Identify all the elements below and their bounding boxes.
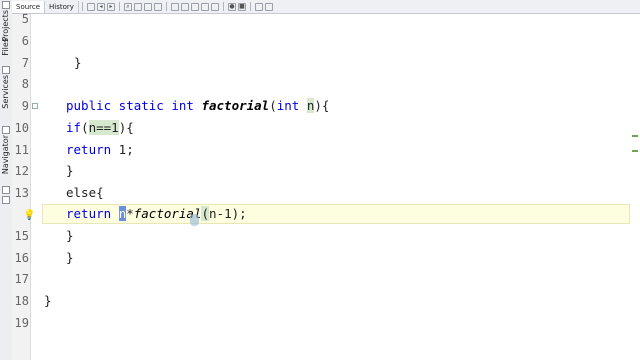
code-line-9: public static int factorial(int n){ <box>66 96 329 116</box>
search-icon[interactable]: ⌕ <box>123 2 132 11</box>
forward-icon[interactable]: ▸ <box>106 2 115 11</box>
toolbar-divider <box>118 2 120 11</box>
tab-history[interactable]: History <box>45 0 79 13</box>
punctuation: ){ <box>314 98 330 113</box>
method-name: factorial <box>201 98 270 113</box>
code-line-16: } <box>66 250 74 265</box>
tab-history-label: History <box>49 2 74 11</box>
sidebar-tab-label: Files <box>1 38 10 56</box>
back-icon[interactable]: ◂ <box>96 2 105 11</box>
line-number: 15 <box>14 229 29 243</box>
sidebar-tab-label: Services <box>1 75 10 109</box>
punctuation: ( <box>201 206 210 221</box>
stop-macro-icon[interactable]: ■ <box>237 2 246 11</box>
comment-icon[interactable] <box>254 2 263 11</box>
sidebar-tab-files[interactable]: Files <box>0 38 12 56</box>
code-text: 1; <box>111 142 134 157</box>
sidebar-tab-navigator[interactable]: Navigator <box>0 125 12 174</box>
code-line-10: if(n==1){ <box>66 118 134 138</box>
keyword: if <box>66 120 82 135</box>
line-number: 6 <box>21 34 29 48</box>
uncomment-icon[interactable] <box>264 2 273 11</box>
line-number: 17 <box>14 272 29 286</box>
line-number: 12 <box>14 164 29 178</box>
code-line-12: } <box>66 163 74 178</box>
punctuation: ( <box>81 120 89 135</box>
editor-toolbar: Source History ◂ ▸ ⌕ ● ■ <box>12 0 640 14</box>
shift-left-icon[interactable] <box>200 2 209 11</box>
keyword: public static int <box>66 98 202 113</box>
find-previous-icon[interactable] <box>133 2 142 11</box>
save-icon[interactable] <box>86 2 95 11</box>
code-line-18: } <box>44 293 52 308</box>
punctuation: ( <box>269 98 277 113</box>
keyword: return <box>66 206 119 221</box>
sidebar-tab-label: Navigator <box>1 135 10 175</box>
mouse-cursor <box>190 214 199 226</box>
line-number: 7 <box>21 56 29 70</box>
line-number: 18 <box>14 294 29 308</box>
punctuation: ); <box>231 206 247 221</box>
hint-bulb-icon[interactable]: 💡 <box>23 210 35 221</box>
projects-icon <box>2 1 10 9</box>
shift-right-icon[interactable] <box>210 2 219 11</box>
code-line-13: else{ <box>66 185 104 200</box>
line-number: 13 <box>14 186 29 200</box>
keyword: return <box>66 142 112 157</box>
fold-toggle[interactable] <box>32 103 38 109</box>
start-macro-icon[interactable]: ● <box>227 2 236 11</box>
sidebar-tab-label: Projects <box>1 10 10 42</box>
code-line-7: } <box>74 55 82 70</box>
line-number: 10 <box>14 121 29 135</box>
next-bookmark-icon[interactable] <box>190 2 199 11</box>
condition: n==1 <box>88 120 119 135</box>
punctuation: ){ <box>118 120 134 135</box>
navigator-icon <box>2 126 10 134</box>
code-line-11: return 1; <box>66 140 134 160</box>
line-number: 16 <box>14 251 29 265</box>
toggle-bookmark-icon[interactable] <box>170 2 179 11</box>
error-stripe-marker[interactable] <box>632 150 638 152</box>
services-icon <box>2 66 10 74</box>
line-number: 9 <box>21 99 29 113</box>
toggle-highlight-icon[interactable] <box>153 2 162 11</box>
toolbar-divider <box>165 2 167 11</box>
tool-icon[interactable] <box>2 196 10 204</box>
line-number: 11 <box>14 143 29 157</box>
toolbar-divider <box>81 2 83 11</box>
tool-icon[interactable] <box>2 186 10 194</box>
argument: n-1 <box>209 206 232 221</box>
line-number: 8 <box>21 77 29 91</box>
sidebar-tab-services[interactable]: Services <box>0 65 12 109</box>
sidebar-tool-icons <box>0 185 12 205</box>
toolbar-divider <box>222 2 224 11</box>
line-number: 5 <box>21 12 29 26</box>
sidebar-tab-projects[interactable]: Projects <box>0 0 12 42</box>
toolbar-divider <box>249 2 251 11</box>
line-number: 19 <box>14 316 29 330</box>
code-line-15: } <box>66 228 74 243</box>
code-line-14: return n*factorial(n-1); <box>66 204 247 224</box>
operator: * <box>126 206 134 221</box>
previous-bookmark-icon[interactable] <box>180 2 189 11</box>
error-stripe-marker[interactable] <box>632 135 638 137</box>
find-next-icon[interactable] <box>143 2 152 11</box>
keyword: int <box>276 98 307 113</box>
